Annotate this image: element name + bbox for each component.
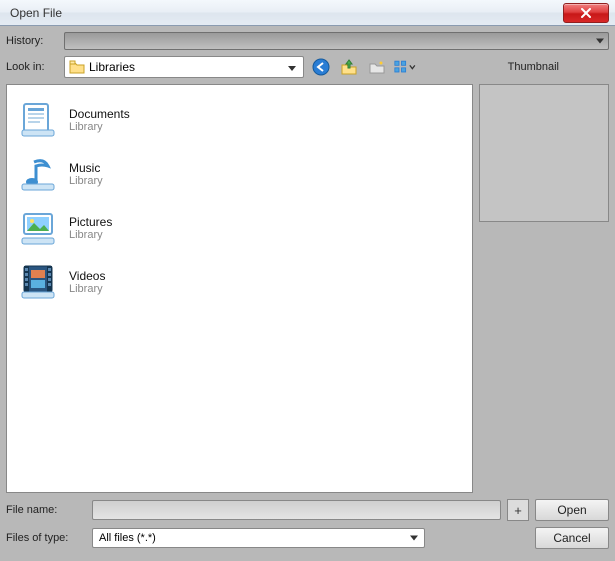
item-sub: Library <box>69 229 112 241</box>
lookin-value: Libraries <box>89 60 285 74</box>
title-bar: Open File <box>0 0 615 26</box>
item-name: Videos <box>69 269 105 283</box>
filetype-label: Files of type: <box>6 532 92 544</box>
file-list[interactable]: Documents Library Music Library Pict <box>6 84 473 493</box>
dialog-body: History: Look in: Libraries <box>0 26 615 561</box>
item-name: Documents <box>69 107 130 121</box>
history-combo[interactable] <box>64 32 609 50</box>
views-button[interactable] <box>394 56 416 78</box>
filename-label: File name: <box>6 504 92 516</box>
middle-area: Documents Library Music Library Pict <box>6 84 609 493</box>
lookin-label: Look in: <box>6 61 64 73</box>
filetype-combo[interactable]: All files (*.*) <box>92 528 425 548</box>
item-name: Pictures <box>69 215 112 229</box>
thumbnail-preview <box>479 84 609 222</box>
videos-icon <box>17 261 59 303</box>
chevron-down-icon <box>285 60 299 74</box>
bottom-area: File name: + Open Files of type: All fil… <box>6 499 609 555</box>
item-name: Music <box>69 161 103 175</box>
open-button[interactable]: Open <box>535 499 609 521</box>
thumbnail-label: Thumbnail <box>508 61 559 73</box>
list-item[interactable]: Pictures Library <box>15 201 464 255</box>
pictures-icon <box>17 207 59 249</box>
cancel-button[interactable]: Cancel <box>535 527 609 549</box>
toolbar <box>310 56 416 78</box>
filename-input[interactable] <box>92 500 501 520</box>
window-title: Open File <box>10 6 62 20</box>
documents-icon <box>17 99 59 141</box>
item-sub: Library <box>69 121 130 133</box>
add-button[interactable]: + <box>507 499 529 521</box>
new-folder-icon <box>368 58 386 76</box>
history-label: History: <box>6 35 64 47</box>
list-item[interactable]: Documents Library <box>15 93 464 147</box>
filetype-value: All files (*.*) <box>99 532 418 544</box>
lookin-row: Look in: Libraries <box>6 56 609 78</box>
back-arrow-icon <box>312 58 330 76</box>
back-button[interactable] <box>310 56 332 78</box>
lookin-combo[interactable]: Libraries <box>64 56 304 78</box>
list-item[interactable]: Videos Library <box>15 255 464 309</box>
up-button[interactable] <box>338 56 360 78</box>
new-folder-button[interactable] <box>366 56 388 78</box>
plus-icon: + <box>514 503 522 518</box>
close-icon <box>581 8 591 18</box>
folder-icon <box>69 60 85 74</box>
history-row: History: <box>6 32 609 50</box>
music-icon <box>17 153 59 195</box>
chevron-down-icon <box>409 63 416 71</box>
item-sub: Library <box>69 175 103 187</box>
close-button[interactable] <box>563 3 609 23</box>
folder-up-icon <box>340 58 358 76</box>
views-icon <box>394 59 407 75</box>
item-sub: Library <box>69 283 105 295</box>
list-item[interactable]: Music Library <box>15 147 464 201</box>
